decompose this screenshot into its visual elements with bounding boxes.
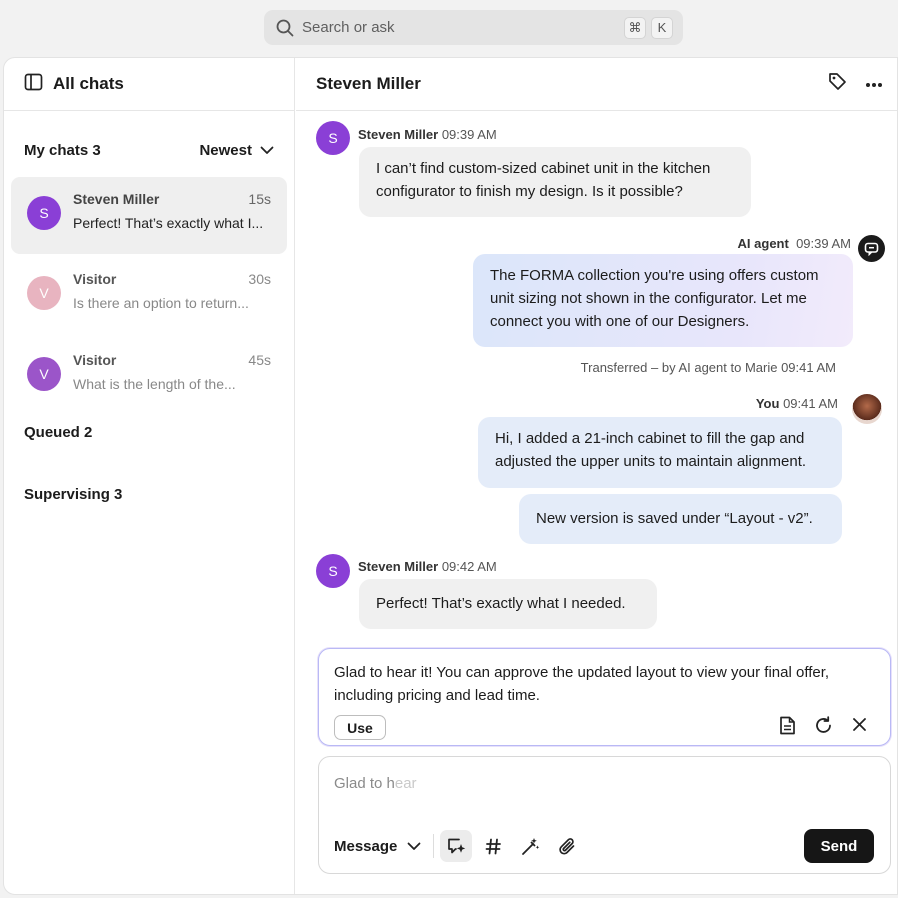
composer-input[interactable]: Glad to hear [334, 775, 417, 792]
chat-header: Steven Miller [296, 58, 897, 111]
supervising-section[interactable]: Supervising 3 [4, 486, 294, 503]
sidebar-title: All chats [53, 74, 124, 93]
transfer-notice: Transferred – by AI agent to Marie 09:41… [580, 360, 836, 375]
message-composer[interactable]: Glad to hear Message Send [318, 756, 891, 874]
message-meta: You 09:41 AM [755, 396, 838, 411]
more-options-icon[interactable] [865, 75, 883, 93]
ai-suggestion: Glad to hear it! You can approve the upd… [318, 648, 891, 746]
suggestion-text: Glad to hear it! You can approve the upd… [334, 664, 830, 681]
queued-section[interactable]: Queued 2 [4, 424, 294, 441]
ai-agent-icon [858, 235, 885, 262]
app-window: All chats My chats 3 Newest S Steven Mil… [3, 57, 898, 895]
ai-assist-icon[interactable] [440, 830, 473, 862]
chat-pane: Steven Miller S Steven Miller 09:39 AM I… [296, 58, 897, 894]
avatar: S [316, 121, 350, 155]
message-type-select[interactable]: Message [334, 838, 421, 855]
user-avatar [852, 394, 882, 424]
chat-list-item[interactable]: S Steven Miller 15s Perfect! That’s exac… [11, 177, 287, 254]
avatar: V [27, 357, 61, 391]
paperclip-icon[interactable] [551, 830, 583, 862]
message-meta: Steven Miller 09:42 AM [358, 559, 497, 574]
hashtag-icon[interactable] [477, 830, 509, 862]
my-chats-label: My chats 3 [24, 141, 101, 159]
shortcut-k-key: K [651, 16, 673, 39]
message-meta: AI agent 09:39 AM [737, 236, 851, 251]
composer-toolbar: Message Send [334, 829, 882, 863]
shortcut-cmd-key: ⌘ [624, 16, 646, 39]
chat-time: 45s [248, 352, 271, 368]
toolbar-divider [433, 834, 435, 858]
search-placeholder: Search or ask [302, 19, 395, 36]
chat-preview: Is there an option to return... [73, 295, 249, 311]
my-chats-section: My chats 3 Newest [4, 139, 294, 161]
chat-name: Visitor [73, 352, 117, 368]
message-bubble: The FORMA collection you're using offers… [473, 254, 853, 347]
avatar: V [27, 276, 61, 310]
chat-list-item[interactable]: V Visitor 45s What is the length of the.… [11, 338, 287, 415]
close-icon[interactable] [851, 716, 868, 740]
tag-icon[interactable] [828, 72, 847, 96]
avatar: S [27, 196, 61, 230]
regenerate-icon[interactable] [814, 716, 833, 740]
message-bubble: Perfect! That’s exactly what I needed. [359, 579, 657, 629]
magic-wand-icon[interactable] [514, 830, 546, 862]
sidebar-toggle-icon[interactable] [24, 73, 43, 96]
message-meta: Steven Miller 09:39 AM [358, 127, 497, 142]
message-bubble: I can’t find custom-sized cabinet unit i… [359, 147, 751, 217]
chat-preview: What is the length of the... [73, 376, 236, 392]
message-bubble: Hi, I added a 21-inch cabinet to fill th… [478, 417, 842, 488]
suggestion-text: including pricing and lead time. [334, 687, 540, 704]
chevron-down-icon [407, 842, 421, 850]
sort-label: Newest [199, 141, 252, 159]
sidebar: All chats My chats 3 Newest S Steven Mil… [4, 58, 295, 894]
document-icon[interactable] [779, 716, 796, 740]
search-icon [274, 17, 296, 39]
message-bubble: New version is saved under “Layout - v2”… [519, 494, 842, 544]
chat-time: 15s [248, 191, 271, 207]
chat-name: Visitor [73, 271, 117, 287]
chat-title: Steven Miller [316, 74, 421, 93]
avatar: S [316, 554, 350, 588]
sidebar-header: All chats [4, 58, 294, 111]
chat-time: 30s [248, 271, 271, 287]
chat-list-item[interactable]: V Visitor 30s Is there an option to retu… [11, 257, 287, 334]
use-suggestion-button[interactable]: Use [334, 715, 386, 740]
chat-name: Steven Miller [73, 191, 160, 207]
chat-preview: Perfect! That’s exactly what I... [73, 215, 264, 231]
global-search[interactable]: Search or ask ⌘ K [264, 10, 683, 45]
send-button[interactable]: Send [804, 829, 874, 863]
chevron-down-icon [260, 146, 274, 154]
sort-dropdown[interactable]: Newest [199, 142, 274, 159]
